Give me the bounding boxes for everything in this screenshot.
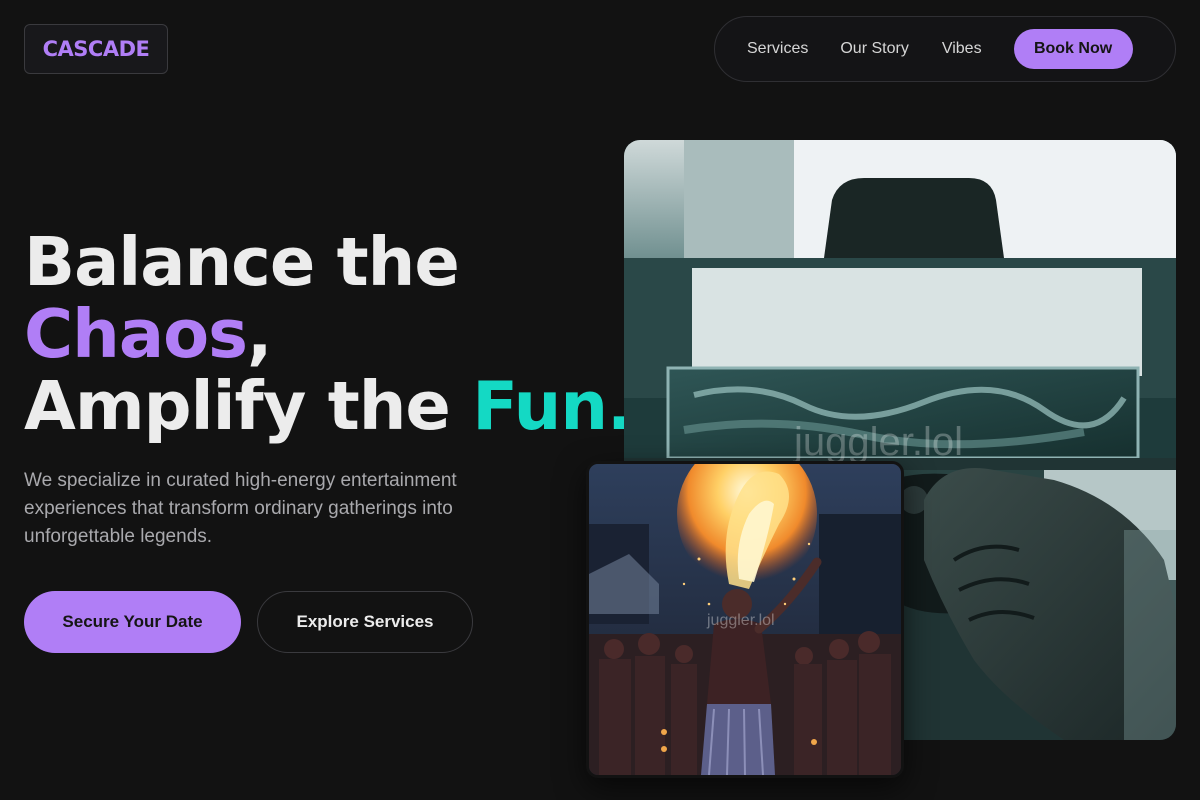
headline-chaos: Chaos — [24, 295, 248, 373]
hero-headline: Balance the Chaos, Amplify the Fun. — [24, 223, 632, 445]
secondary-photo-watermark: juggler.lol — [707, 612, 775, 629]
fire-performer-photo: juggler.lol — [586, 461, 904, 778]
headline-line-1: Balance the — [24, 223, 460, 301]
nav-link-services[interactable]: Services — [747, 40, 808, 58]
hero-description: We specialize in curated high-energy ent… — [24, 470, 457, 547]
brand-logo[interactable]: CASCADE — [24, 24, 168, 74]
main-nav: Services Our Story Vibes Book Now — [714, 16, 1176, 82]
headline-line-2: Chaos, — [24, 298, 631, 370]
explore-services-button[interactable]: Explore Services — [257, 591, 473, 653]
secure-your-date-button[interactable]: Secure Your Date — [24, 591, 241, 653]
book-now-button[interactable]: Book Now — [1013, 29, 1133, 69]
headline-line-3: Amplify the Fun. — [24, 367, 632, 445]
headline-fun: Fun. — [472, 367, 632, 445]
headline-comma: , — [247, 295, 272, 373]
headline-amplify: Amplify the — [24, 367, 473, 445]
nav-link-vibes[interactable]: Vibes — [942, 40, 982, 58]
nav-link-our-story[interactable]: Our Story — [840, 40, 908, 58]
main-photo-watermark: juggler.lol — [794, 420, 964, 464]
